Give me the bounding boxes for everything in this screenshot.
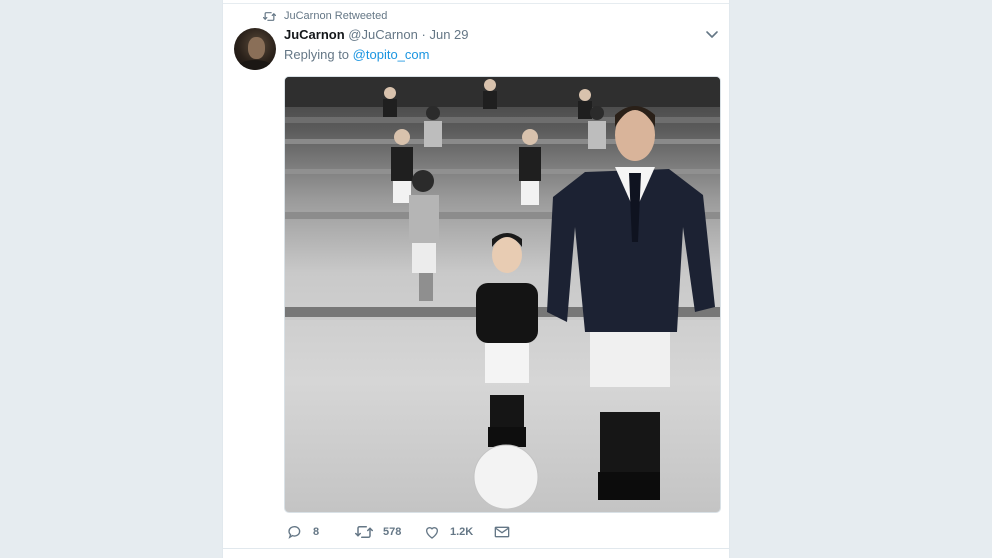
tweet-actions: 8 578 1.2K: [284, 522, 724, 542]
reply-prefix: Replying to: [284, 47, 350, 62]
reply-count: 8: [313, 526, 320, 538]
tweet-date[interactable]: Jun 29: [429, 27, 468, 42]
divider: [223, 3, 729, 4]
separator: ·: [421, 27, 426, 42]
avatar[interactable]: [234, 28, 276, 70]
timeline-column: JuCarnon Retweeted JuCarnon @JuCarnon · …: [222, 0, 730, 558]
rod: [285, 139, 720, 144]
retweet-context-label: JuCarnon Retweeted: [284, 10, 388, 22]
chevron-down-icon[interactable]: [705, 29, 719, 41]
avatar-face: [248, 37, 265, 59]
heart-icon: [425, 527, 439, 539]
divider: [223, 548, 729, 549]
background-dark: [285, 77, 720, 107]
envelope-icon: [494, 526, 510, 538]
message-button[interactable]: [494, 522, 520, 542]
reply-icon: [288, 526, 301, 539]
retweet-icon: [355, 526, 373, 538]
user-handle[interactable]: @JuCarnon: [348, 27, 418, 42]
tweet-photo[interactable]: [284, 76, 721, 513]
suited-figure: [547, 106, 715, 500]
rod: [285, 117, 720, 123]
reply-context: Replying to @topito_com: [284, 47, 429, 62]
retweet-context[interactable]: JuCarnon Retweeted: [263, 10, 387, 22]
ball: [473, 444, 539, 510]
reply-to-link[interactable]: @topito_com: [353, 47, 430, 62]
retweet-count: 578: [383, 526, 402, 538]
display-name[interactable]: JuCarnon: [284, 27, 345, 42]
foosball-photo: [285, 77, 720, 510]
avatar-shoulder: [238, 60, 272, 70]
retweet-icon: [263, 11, 276, 21]
like-button[interactable]: 1.2K: [424, 522, 473, 542]
reply-button[interactable]: 8: [287, 522, 319, 542]
tweet-header: JuCarnon @JuCarnon · Jun 29: [284, 27, 469, 42]
retweet-button[interactable]: 578: [355, 522, 401, 542]
foosball-figure: [476, 233, 538, 447]
like-count: 1.2K: [450, 526, 474, 538]
